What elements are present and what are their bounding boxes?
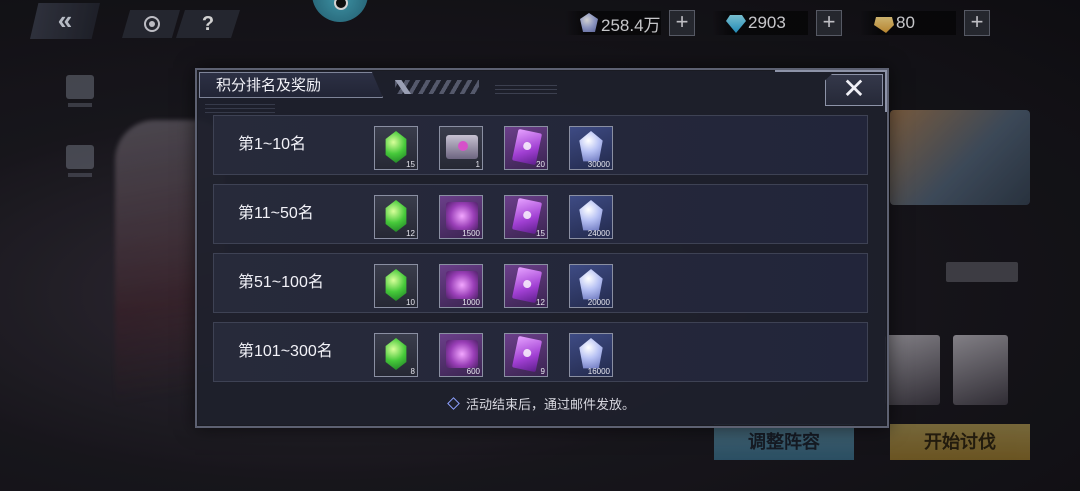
reward-item[interactable]: 20000 xyxy=(569,264,613,308)
reward-item[interactable]: 15 xyxy=(374,126,418,170)
crystal-icon xyxy=(579,200,603,231)
purple-card-icon xyxy=(511,335,543,373)
crystal-icon xyxy=(579,269,603,300)
reward-qty: 24000 xyxy=(587,229,610,238)
footer-note: 活动结束后，通过邮件发放。 xyxy=(197,394,887,413)
reward-qty: 20 xyxy=(536,160,545,169)
purple-chip-icon xyxy=(446,202,478,230)
rank-label: 第51~100名 xyxy=(238,274,324,291)
diamond-bullet-icon xyxy=(447,397,460,410)
rank-row: 第101~300名 8 600 9 16000 xyxy=(213,322,868,382)
purple-chip-icon xyxy=(446,271,478,299)
reward-qty: 15 xyxy=(406,160,415,169)
close-button[interactable]: ✕ xyxy=(825,74,883,106)
rank-label: 第1~10名 xyxy=(238,136,307,153)
dialog-title: 积分排名及奖励 xyxy=(199,72,383,98)
emerald-icon xyxy=(385,131,407,163)
rank-label: 第11~50名 xyxy=(238,205,314,222)
emerald-icon xyxy=(385,338,407,370)
reward-qty: 9 xyxy=(540,367,545,376)
close-icon: ✕ xyxy=(842,73,866,104)
reward-qty: 1000 xyxy=(462,298,480,307)
reward-qty: 16000 xyxy=(587,367,610,376)
rank-row: 第11~50名 12 1500 15 24000 xyxy=(213,184,868,244)
rank-label: 第101~300名 xyxy=(238,343,333,360)
reward-qty: 1 xyxy=(475,160,480,169)
reward-qty: 1500 xyxy=(462,229,480,238)
rank-row: 第1~10名 15 1 20 30000 xyxy=(213,115,868,175)
reward-item[interactable]: 1 xyxy=(439,126,483,170)
reward-item[interactable]: 20 xyxy=(504,126,548,170)
reward-item[interactable]: 12 xyxy=(374,195,418,239)
reward-item[interactable]: 600 xyxy=(439,333,483,377)
emerald-icon xyxy=(385,200,407,232)
reward-item[interactable]: 30000 xyxy=(569,126,613,170)
reward-item[interactable]: 12 xyxy=(504,264,548,308)
decorative-text xyxy=(495,82,557,94)
reward-qty: 10 xyxy=(406,298,415,307)
emerald-icon xyxy=(385,269,407,301)
reward-item[interactable]: 10 xyxy=(374,264,418,308)
decorative-text-2 xyxy=(205,101,275,113)
reward-qty: 15 xyxy=(536,229,545,238)
reward-qty: 8 xyxy=(410,367,415,376)
reward-item[interactable]: 16000 xyxy=(569,333,613,377)
purple-chip-icon xyxy=(446,340,478,368)
reward-qty: 600 xyxy=(466,367,480,376)
ranking-rewards-dialog: 积分排名及奖励 ✕ 第1~10名 15 1 20 30000 第11~50名 1… xyxy=(195,68,889,428)
reward-qty: 12 xyxy=(406,229,415,238)
reward-item[interactable]: 1000 xyxy=(439,264,483,308)
crystal-icon xyxy=(579,338,603,369)
footer-text: 活动结束后，通过邮件发放。 xyxy=(465,397,635,412)
rank-row: 第51~100名 10 1000 12 20000 xyxy=(213,253,868,313)
reward-item[interactable]: 1500 xyxy=(439,195,483,239)
reward-item[interactable]: 9 xyxy=(504,333,548,377)
supply-box-icon xyxy=(446,135,478,159)
reward-item[interactable]: 15 xyxy=(504,195,548,239)
reward-item[interactable]: 24000 xyxy=(569,195,613,239)
reward-qty: 12 xyxy=(536,298,545,307)
reward-qty: 30000 xyxy=(587,160,610,169)
title-decoration xyxy=(395,80,479,94)
reward-item[interactable]: 8 xyxy=(374,333,418,377)
crystal-icon xyxy=(579,131,603,162)
reward-qty: 20000 xyxy=(587,298,610,307)
